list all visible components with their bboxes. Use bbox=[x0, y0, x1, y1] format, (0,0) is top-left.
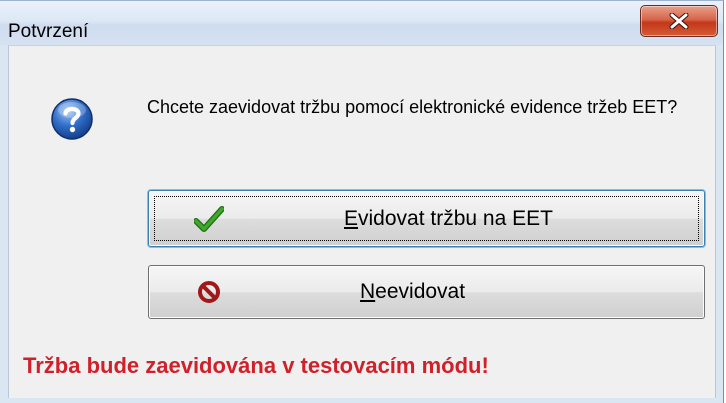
window-title: Potvrzení bbox=[8, 21, 89, 42]
do-not-record-button-label: Neevidovat bbox=[360, 280, 466, 303]
test-mode-warning: Tržba bude zaevidována v testovacím módu… bbox=[23, 353, 489, 378]
prohibited-icon bbox=[198, 281, 220, 303]
do-not-record-button[interactable]: Neevidovat bbox=[148, 265, 705, 319]
confirmation-dialog: Potvrzení Chcete zaevidovat tržbu pomocí… bbox=[0, 0, 724, 403]
dialog-body: Chcete zaevidovat tržbu pomocí elektroni… bbox=[8, 45, 716, 398]
checkmark-icon bbox=[194, 205, 224, 232]
close-button[interactable] bbox=[640, 5, 718, 37]
close-icon bbox=[669, 13, 689, 29]
record-eet-button[interactable]: Evidovat tržbu na EET bbox=[148, 190, 705, 247]
confirmation-message: Chcete zaevidovat tržbu pomocí elektroni… bbox=[147, 97, 678, 117]
question-icon bbox=[51, 98, 93, 140]
title-bar[interactable]: Potvrzení bbox=[0, 1, 723, 45]
record-eet-button-label: Evidovat tržbu na EET bbox=[344, 206, 553, 230]
